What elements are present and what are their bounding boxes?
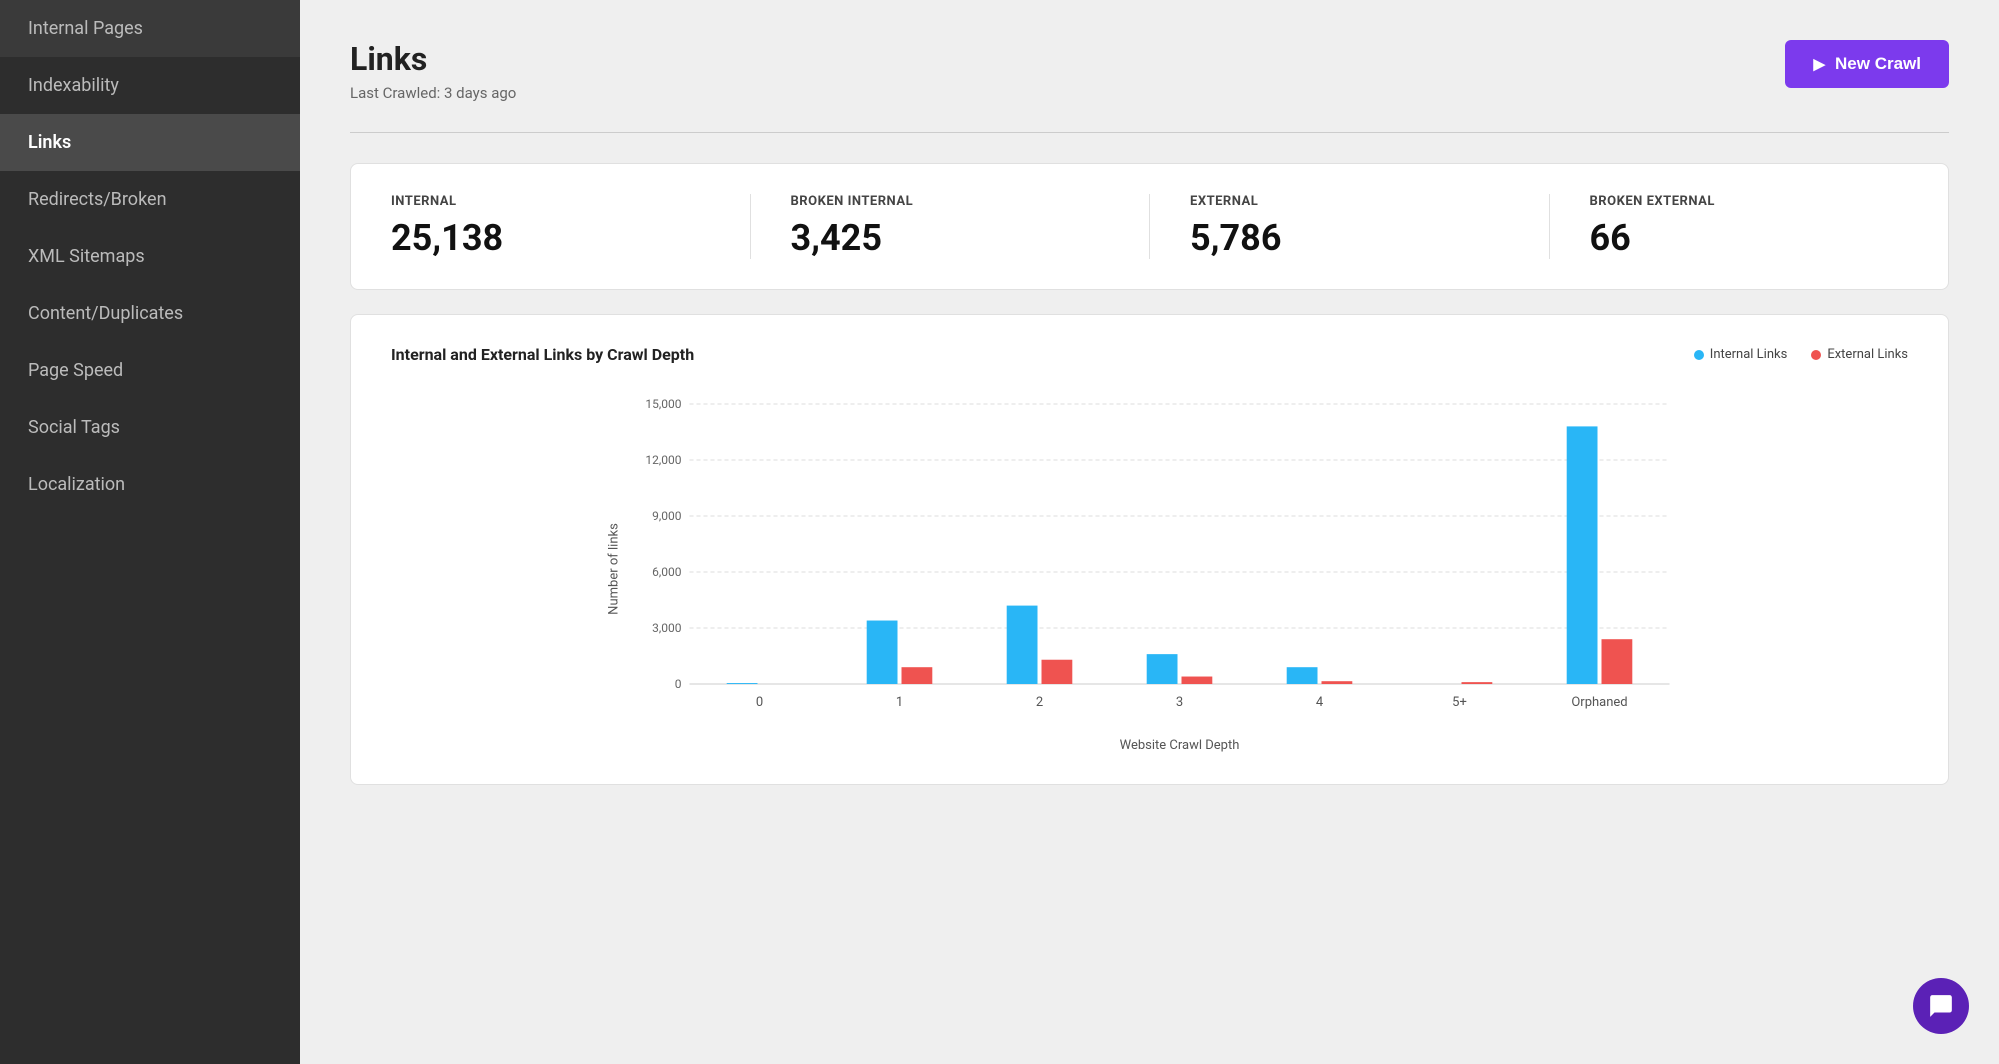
svg-text:9,000: 9,000 xyxy=(652,509,682,523)
stat-value: 3,425 xyxy=(791,217,1110,259)
stat-item-broken-external: BROKEN EXTERNAL 66 xyxy=(1550,194,1949,259)
chart-card: Internal and External Links by Crawl Dep… xyxy=(350,314,1949,785)
stat-item-external: EXTERNAL 5,786 xyxy=(1150,194,1550,259)
sidebar-item-xml-sitemaps[interactable]: XML Sitemaps xyxy=(0,228,300,285)
stat-item-broken-internal: BROKEN INTERNAL 3,425 xyxy=(751,194,1151,259)
sidebar-item-content-duplicates[interactable]: Content/Duplicates xyxy=(0,285,300,342)
stat-value: 66 xyxy=(1590,217,1909,259)
svg-text:3: 3 xyxy=(1176,695,1183,710)
chart-container: 0 3,000 6,000 9,000 12,000 15,000 Number of li… xyxy=(391,384,1908,754)
last-crawled: Last Crawled: 3 days ago xyxy=(350,84,516,102)
svg-text:2: 2 xyxy=(1036,695,1043,710)
legend-item-blue: Internal Links xyxy=(1694,347,1788,362)
svg-text:0: 0 xyxy=(675,677,682,691)
sidebar-item-social-tags[interactable]: Social Tags xyxy=(0,399,300,456)
stat-label: BROKEN INTERNAL xyxy=(791,194,1110,209)
legend-dot-orange xyxy=(1811,350,1821,360)
svg-text:Orphaned: Orphaned xyxy=(1571,695,1627,710)
sidebar-item-links[interactable]: Links xyxy=(0,114,300,171)
sidebar-item-localization[interactable]: Localization xyxy=(0,456,300,513)
stat-item-internal: INTERNAL 25,138 xyxy=(351,194,751,259)
play-icon xyxy=(1813,54,1825,74)
chart-svg: 0 3,000 6,000 9,000 12,000 15,000 Number of li… xyxy=(391,384,1908,754)
stat-label: INTERNAL xyxy=(391,194,710,209)
page-header: Links Last Crawled: 3 days ago New Crawl xyxy=(350,40,1949,102)
chart-header: Internal and External Links by Crawl Dep… xyxy=(391,345,1908,364)
legend-dot-blue xyxy=(1694,350,1704,360)
chat-button[interactable] xyxy=(1913,978,1969,1034)
svg-text:3,000: 3,000 xyxy=(652,621,682,635)
sidebar-item-page-speed[interactable]: Page Speed xyxy=(0,342,300,399)
chart-title: Internal and External Links by Crawl Dep… xyxy=(391,345,694,364)
svg-text:5+: 5+ xyxy=(1452,695,1467,710)
chart-legend: Internal Links External Links xyxy=(1694,347,1908,362)
stat-label: EXTERNAL xyxy=(1190,194,1509,209)
stat-value: 5,786 xyxy=(1190,217,1509,259)
sidebar: Internal PagesIndexabilityLinksRedirects… xyxy=(0,0,300,1064)
sidebar-item-redirects-broken[interactable]: Redirects/Broken xyxy=(0,171,300,228)
page-title: Links xyxy=(350,40,516,78)
legend-item-orange: External Links xyxy=(1811,347,1908,362)
svg-text:6,000: 6,000 xyxy=(652,565,682,579)
stats-card: INTERNAL 25,138 BROKEN INTERNAL 3,425 EX… xyxy=(350,163,1949,290)
svg-text:Number of links: Number of links xyxy=(607,523,622,615)
new-crawl-button[interactable]: New Crawl xyxy=(1785,40,1949,88)
main-content: Links Last Crawled: 3 days ago New Crawl… xyxy=(300,0,1999,1064)
sidebar-item-indexability[interactable]: Indexability xyxy=(0,57,300,114)
chat-icon xyxy=(1928,993,1954,1019)
svg-text:Website Crawl Depth: Website Crawl Depth xyxy=(1120,738,1240,753)
page-header-text: Links Last Crawled: 3 days ago xyxy=(350,40,516,102)
svg-text:12,000: 12,000 xyxy=(645,453,681,467)
svg-text:15,000: 15,000 xyxy=(645,397,681,411)
legend-label: Internal Links xyxy=(1710,347,1788,362)
sidebar-item-internal-pages[interactable]: Internal Pages xyxy=(0,0,300,57)
new-crawl-label: New Crawl xyxy=(1835,54,1921,74)
svg-text:0: 0 xyxy=(756,695,763,710)
stat-label: BROKEN EXTERNAL xyxy=(1590,194,1909,209)
svg-text:1: 1 xyxy=(896,695,903,710)
legend-label: External Links xyxy=(1827,347,1908,362)
stat-value: 25,138 xyxy=(391,217,710,259)
header-divider xyxy=(350,132,1949,133)
svg-text:4: 4 xyxy=(1316,695,1324,710)
